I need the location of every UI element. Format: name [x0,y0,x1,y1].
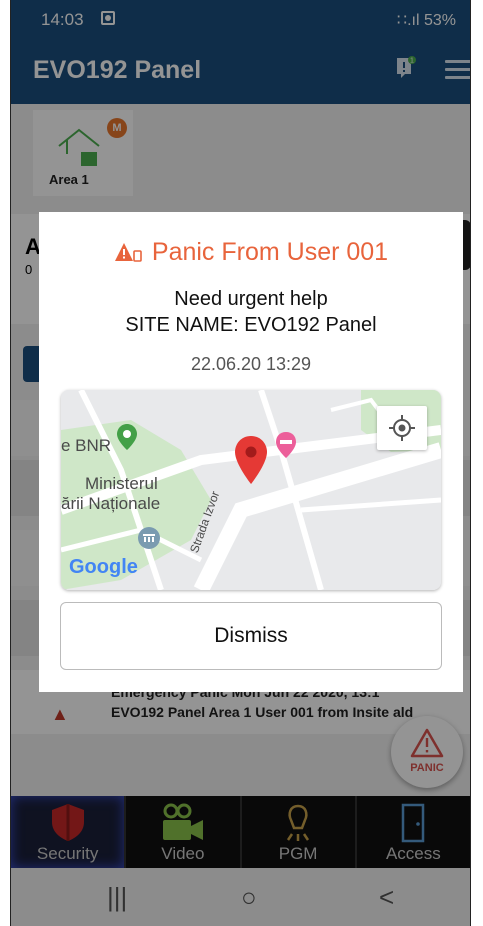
alert-timestamp: 22.06.20 13:29 [190,354,312,374]
map-label-bnr: e BNR [61,436,112,455]
crosshair-icon [389,415,415,441]
alarm-warning-icon [114,243,142,262]
map-pin-icon [235,436,267,484]
hotel-marker-icon [276,432,296,458]
dismiss-button[interactable]: Dismiss [60,602,442,670]
dialog-title-text: Panic From User 001 [151,238,389,266]
app-screen: 14:03 ∷.ıl 53% EVO192 Panel 1 M Area 1 A… [10,0,471,926]
my-location-button[interactable] [377,406,427,450]
map-location-marker-icon [117,424,137,450]
alert-message-line1: Need urgent help [174,288,328,310]
map-label-ministerul: Ministerul [85,474,158,493]
museum-icon [138,527,160,549]
google-logo: Google [69,556,138,578]
alert-message-line2: SITE NAME: EVO192 Panel [125,314,377,336]
dialog-title: Panic From User 001 [39,238,463,267]
panic-alert-dialog: Panic From User 001 Need urgent help SIT… [39,212,463,692]
location-map[interactable]: e BNR Ministerul ării Naționale Strada I… [61,390,441,590]
map-label-arii: ării Naționale [61,494,161,513]
